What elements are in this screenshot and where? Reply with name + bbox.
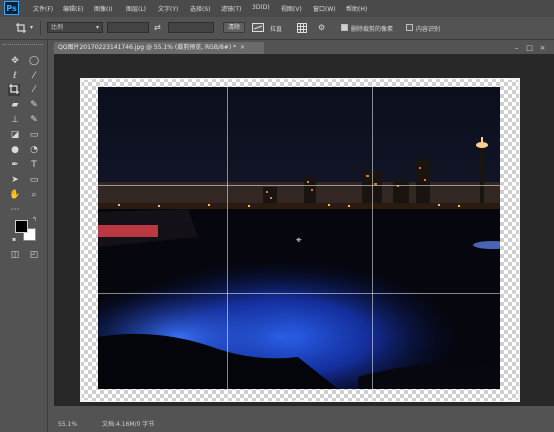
straighten-label: 拉直 <box>270 26 283 33</box>
brush-icon[interactable]: ✎ <box>28 99 40 111</box>
menu-edit[interactable]: 编辑(E) <box>63 4 83 13</box>
crop-handle-top-left[interactable] <box>80 78 82 90</box>
menu-window[interactable]: 窗口(W) <box>313 4 336 13</box>
tools-panel: ✥ ◯ ℓ ⁄ ⁄ ▰ ✎ ⊥ ✎ ◪ ▭ ● ◔ ✒ T ➤ ▭ ✋ ⌕ ⋯ … <box>0 40 48 432</box>
eraser-icon[interactable]: ◪ <box>9 129 21 141</box>
close-icon[interactable]: × <box>240 44 245 51</box>
default-colors-icon[interactable]: ▪ <box>12 236 16 243</box>
photoshop-logo: Ps <box>4 1 19 15</box>
lasso-icon[interactable]: ℓ <box>9 70 21 82</box>
chevron-down-icon: ▾ <box>95 24 99 31</box>
ratio-dropdown[interactable]: 比例 ▾ <box>47 22 103 33</box>
path-selection-icon[interactable]: ➤ <box>9 174 21 186</box>
menu-view[interactable]: 视图(V) <box>281 4 302 13</box>
crop-pivot-icon[interactable]: ⌖ <box>296 235 302 246</box>
crop-grid-line <box>227 78 228 402</box>
screen-mode-icon[interactable]: ◰ <box>28 249 40 261</box>
swap-colors-icon[interactable]: ↰ <box>32 216 37 223</box>
crop-handle-bottom-left[interactable] <box>80 390 82 402</box>
zoom-level[interactable]: 55.1% <box>58 418 77 432</box>
overlay-grid-icon[interactable] <box>297 23 307 35</box>
more-tools-icon[interactable]: ⋯ <box>9 204 21 216</box>
dodge-icon[interactable]: ◔ <box>28 144 40 156</box>
pen-icon[interactable]: ✒ <box>9 159 21 171</box>
width-field[interactable] <box>107 22 149 33</box>
crop-handle-left[interactable] <box>80 234 82 246</box>
crop-handle-top[interactable] <box>294 78 306 80</box>
ratio-value: 比例 <box>51 24 64 31</box>
content-aware-label: 内容识别 <box>416 26 441 33</box>
menu-select[interactable]: 选择(S) <box>190 4 211 13</box>
options-bar: ▾ 比例 ▾ ⇄ 清除 拉直 ⚙ 删除裁剪的像素 内容识别 <box>0 17 554 40</box>
history-brush-icon[interactable]: ✎ <box>28 114 40 126</box>
hand-icon[interactable]: ✋ <box>9 189 21 201</box>
healing-brush-icon[interactable]: ▰ <box>9 99 21 111</box>
minimize-icon[interactable]: – <box>511 42 522 54</box>
close-window-icon[interactable]: × <box>537 42 548 54</box>
status-menu-icon[interactable]: › <box>152 418 154 432</box>
menu-filter[interactable]: 滤镜(T) <box>221 4 241 13</box>
crop-grid-line <box>80 185 520 186</box>
document-tab-title: QQ图片20170223141746.jpg @ 55.1% (裁剪预览, RG… <box>58 44 237 51</box>
panel-grip[interactable] <box>3 44 43 47</box>
menu-help[interactable]: 帮助(H) <box>346 4 367 13</box>
gear-icon[interactable]: ⚙ <box>318 23 325 32</box>
crop-handle-bottom[interactable] <box>294 400 306 402</box>
type-icon[interactable]: T <box>28 159 40 171</box>
menu-3d[interactable]: 3D(D) <box>252 4 270 11</box>
clone-stamp-icon[interactable]: ⊥ <box>9 114 21 126</box>
maximize-icon[interactable]: □ <box>524 42 535 54</box>
crop-icon[interactable] <box>16 23 26 35</box>
tool-preset-caret-icon[interactable]: ▾ <box>30 23 33 32</box>
swap-icon[interactable]: ⇄ <box>154 23 161 32</box>
gradient-icon[interactable]: ▭ <box>28 129 40 141</box>
crop-handle-top-right[interactable] <box>518 78 520 90</box>
crop-handle-bottom-right[interactable] <box>518 390 520 402</box>
content-aware-checkbox[interactable] <box>406 24 413 31</box>
straighten-icon[interactable] <box>252 23 264 34</box>
menu-bar: Ps 文件(F) 编辑(E) 图像(I) 图层(L) 文字(Y) 选择(S) 滤… <box>0 0 554 18</box>
delete-cropped-label: 删除裁剪的像素 <box>351 26 394 33</box>
document-tab[interactable]: QQ图片20170223141746.jpg @ 55.1% (裁剪预览, RG… <box>54 42 264 54</box>
marquee-icon[interactable]: ◯ <box>28 55 40 67</box>
foreground-color-swatch[interactable] <box>15 220 28 233</box>
crop-grid-line <box>80 293 520 294</box>
menu-image[interactable]: 图像(I) <box>94 4 112 13</box>
document-info[interactable]: 文档:4.16M/0 字节 <box>102 418 154 432</box>
quick-mask-icon[interactable]: ◫ <box>9 249 21 261</box>
menu-type[interactable]: 文字(Y) <box>158 4 178 13</box>
status-bar: 55.1% 文档:4.16M/0 字节 › <box>54 418 554 432</box>
clear-button[interactable]: 清除 <box>223 22 245 33</box>
eyedropper-icon[interactable]: ⁄ <box>28 84 40 96</box>
magic-wand-icon[interactable]: ⁄ <box>28 70 40 82</box>
blur-icon[interactable]: ● <box>9 144 21 156</box>
crop-handle-right[interactable] <box>518 234 520 246</box>
height-field[interactable] <box>168 22 214 33</box>
crop-icon[interactable] <box>8 84 20 96</box>
crop-grid-line <box>372 78 373 402</box>
menu-file[interactable]: 文件(F) <box>33 4 53 13</box>
zoom-icon[interactable]: ⌕ <box>28 189 40 201</box>
window-controls: – □ × <box>511 42 548 54</box>
delete-cropped-checkbox[interactable] <box>341 24 348 31</box>
rectangle-shape-icon[interactable]: ▭ <box>28 174 40 186</box>
menu-layer[interactable]: 图层(L) <box>126 4 146 13</box>
move-icon[interactable]: ✥ <box>9 55 21 67</box>
